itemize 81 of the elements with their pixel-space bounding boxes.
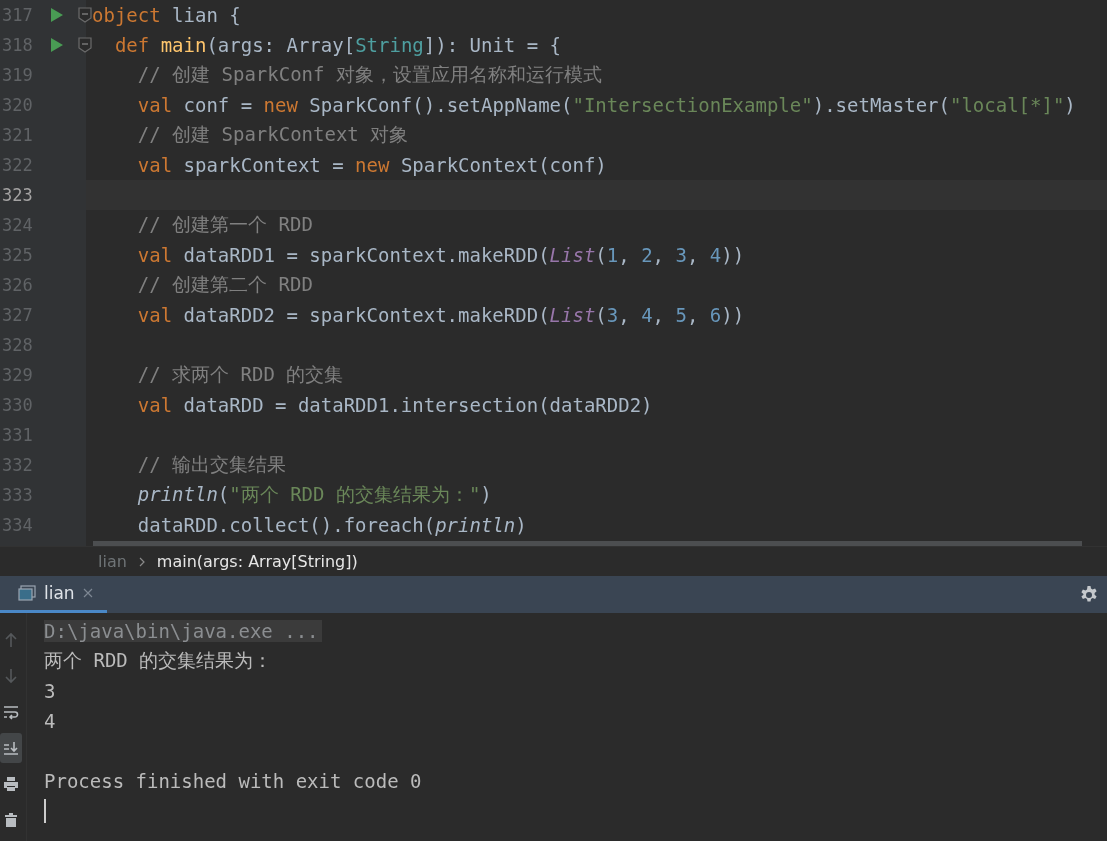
- trash-icon: [3, 812, 19, 828]
- class-name: List: [549, 244, 596, 266]
- console-output: Process finished with exit code 0: [44, 770, 422, 792]
- close-icon[interactable]: [82, 588, 93, 598]
- code-comment: // 创建第二个 RDD: [137, 273, 313, 295]
- keyword: object: [92, 4, 161, 26]
- code-comment: // 创建 SparkConf 对象，设置应用名称和运行模式: [137, 63, 602, 85]
- console-output: 4: [44, 710, 56, 732]
- code-text: )): [721, 304, 745, 326]
- string-literal: "local[*]": [949, 94, 1065, 116]
- code-text: SparkContext(conf): [399, 154, 607, 176]
- number-literal: 3: [675, 244, 687, 266]
- number-literal: 5: [675, 304, 687, 326]
- code-text: dataRDD2 = sparkContext.makeRDD(: [182, 304, 550, 326]
- code-text: (: [595, 304, 607, 326]
- code-text: (: [217, 483, 230, 505]
- keyword: val: [137, 304, 173, 326]
- code-comment: // 创建第一个 RDD: [137, 213, 313, 235]
- code-text: ): [480, 483, 492, 505]
- code-comment: // 创建 SparkContext 对象: [137, 123, 409, 145]
- code-text: )): [721, 244, 745, 266]
- code-text: lian {: [171, 4, 241, 26]
- function-call: println: [435, 514, 516, 536]
- console-output: 3: [44, 680, 56, 702]
- code-text: ,: [618, 304, 631, 326]
- code-text: dataRDD.collect().foreach(: [137, 514, 436, 536]
- scrollbar[interactable]: [93, 541, 1082, 546]
- function-call: println: [137, 483, 218, 505]
- keyword: val: [137, 154, 173, 176]
- scroll-to-end-icon: [3, 740, 19, 756]
- function-name: main: [160, 34, 207, 56]
- code-text: ,: [652, 244, 666, 266]
- code-text: ,: [618, 244, 631, 266]
- fold-icon[interactable]: [78, 37, 92, 53]
- number-literal: 6: [709, 304, 722, 326]
- number-literal: 4: [709, 244, 722, 266]
- scroll-end-button[interactable]: [0, 733, 22, 763]
- code-text: ,: [686, 304, 700, 326]
- code-text: ,: [652, 304, 666, 326]
- code-comment: // 输出交集结果: [137, 453, 287, 475]
- code-text: ).setMaster(: [812, 94, 950, 116]
- code-text: conf =: [182, 94, 254, 116]
- breadcrumb-item[interactable]: main(args: Array[String]): [156, 552, 358, 571]
- keyword: val: [137, 244, 173, 266]
- soft-wrap-icon: [3, 704, 19, 720]
- chevron-icon: [138, 556, 145, 567]
- text-cursor: [44, 799, 46, 823]
- line-number: 323: [1, 185, 34, 205]
- number-literal: 3: [606, 304, 619, 326]
- keyword: val: [137, 94, 173, 116]
- code-text: dataRDD1 = sparkContext.makeRDD(: [182, 244, 550, 266]
- code-text: dataRDD = dataRDD1.intersection(dataRDD2): [182, 394, 653, 416]
- code-text: SparkConf().setAppName(: [308, 94, 573, 116]
- code-text: ,: [686, 244, 700, 266]
- printer-icon: [3, 776, 19, 792]
- code-text: ): [1064, 94, 1076, 116]
- run-icon[interactable]: [51, 38, 63, 52]
- code-text: sparkContext =: [182, 154, 345, 176]
- keyword: new: [355, 154, 390, 176]
- fold-icon[interactable]: [78, 7, 92, 23]
- console-icon: [18, 585, 36, 601]
- code-text: ]): Unit = {: [423, 34, 562, 56]
- code-text: ): [515, 514, 527, 536]
- keyword: def: [114, 34, 150, 56]
- code-text: (: [595, 244, 607, 266]
- string-literal: "两个 RDD 的交集结果为：": [229, 483, 481, 505]
- up-arrow-icon: [3, 632, 19, 648]
- settings-icon[interactable]: [1079, 584, 1099, 605]
- class-name: List: [549, 304, 596, 326]
- run-icon[interactable]: [51, 8, 63, 22]
- down-arrow-icon: [3, 668, 19, 684]
- number-literal: 4: [641, 304, 653, 326]
- console-output: 两个 RDD 的交集结果为：: [44, 648, 273, 673]
- code-text: (args: Array[: [206, 34, 356, 56]
- type-name: String: [355, 34, 424, 56]
- number-literal: 1: [606, 244, 619, 266]
- code-comment: // 求两个 RDD 的交集: [137, 363, 344, 385]
- keyword: new: [263, 94, 298, 116]
- keyword: val: [137, 394, 173, 416]
- number-literal: 2: [641, 244, 653, 266]
- string-literal: "IntersectionExample": [572, 94, 813, 116]
